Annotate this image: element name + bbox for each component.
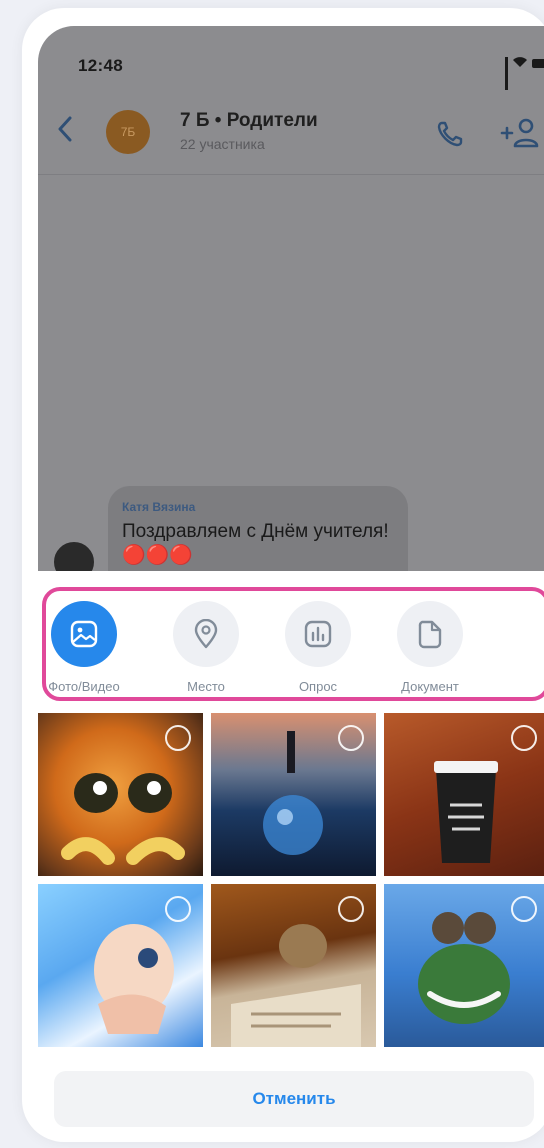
image-icon — [70, 620, 98, 648]
attach-document-circle — [397, 601, 463, 667]
battery-icon — [532, 58, 544, 68]
attach-place[interactable]: Место — [156, 601, 256, 694]
attach-place-label: Место — [187, 679, 225, 694]
gallery-photo[interactable] — [384, 713, 544, 876]
attach-place-circle — [173, 601, 239, 667]
gallery-photo[interactable] — [384, 884, 544, 1047]
add-user-icon — [500, 118, 539, 148]
document-icon — [418, 620, 442, 649]
chat-subtitle: 22 участника — [180, 136, 265, 152]
select-circle[interactable] — [338, 896, 364, 922]
attach-photo-label: Фото/Видео — [48, 679, 120, 694]
attach-poll[interactable]: Опрос — [268, 601, 368, 694]
wifi-icon — [512, 56, 528, 70]
status-icons — [505, 56, 544, 90]
location-pin-icon — [194, 619, 218, 649]
chat-overlay[interactable]: 12:48 7Б 7 Б • Родители 22 участника Кат… — [38, 26, 544, 596]
select-circle[interactable] — [165, 896, 191, 922]
call-button[interactable] — [434, 118, 466, 150]
phone-frame: 12:48 7Б 7 Б • Родители 22 участника Кат… — [22, 8, 544, 1142]
message-author: Катя Вязина — [122, 500, 196, 514]
gallery-photo[interactable] — [38, 713, 203, 876]
select-circle[interactable] — [511, 896, 537, 922]
add-member-button[interactable] — [500, 116, 544, 150]
attach-poll-label: Опрос — [298, 679, 338, 694]
cancel-button[interactable]: Отменить — [54, 1071, 534, 1127]
attach-options-row: Фото/Видео Место Опрос Документ — [42, 587, 544, 701]
phone-icon — [437, 121, 463, 147]
chat-header: 7Б 7 Б • Родители 22 участника — [38, 96, 544, 175]
status-time: 12:48 — [78, 56, 123, 75]
back-button[interactable] — [50, 114, 80, 150]
message-text: Поздравляем с Днём учителя!🔴🔴🔴 — [122, 521, 389, 566]
select-circle[interactable] — [511, 725, 537, 751]
poll-icon — [304, 620, 332, 648]
gallery-photo[interactable] — [211, 884, 376, 1047]
attach-photo-circle — [51, 601, 117, 667]
chat-avatar[interactable]: 7Б — [106, 110, 150, 154]
attach-photo-video[interactable]: Фото/Видео — [38, 601, 134, 694]
select-circle[interactable] — [165, 725, 191, 751]
status-bar: 12:48 — [38, 26, 544, 90]
gallery-photo[interactable] — [38, 884, 203, 1047]
photo-gallery — [38, 713, 544, 1047]
attach-document-label: Документ — [401, 679, 459, 694]
attach-poll-circle — [285, 601, 351, 667]
gallery-photo[interactable] — [211, 713, 376, 876]
chat-title[interactable]: 7 Б • Родители — [180, 110, 318, 132]
signal-icon — [505, 57, 508, 90]
attach-document[interactable]: Документ — [380, 601, 480, 694]
select-circle[interactable] — [338, 725, 364, 751]
attach-sheet: Фото/Видео Место Опрос Документ Отменить — [38, 571, 544, 1131]
screen: 12:48 7Б 7 Б • Родители 22 участника Кат… — [38, 26, 544, 1131]
